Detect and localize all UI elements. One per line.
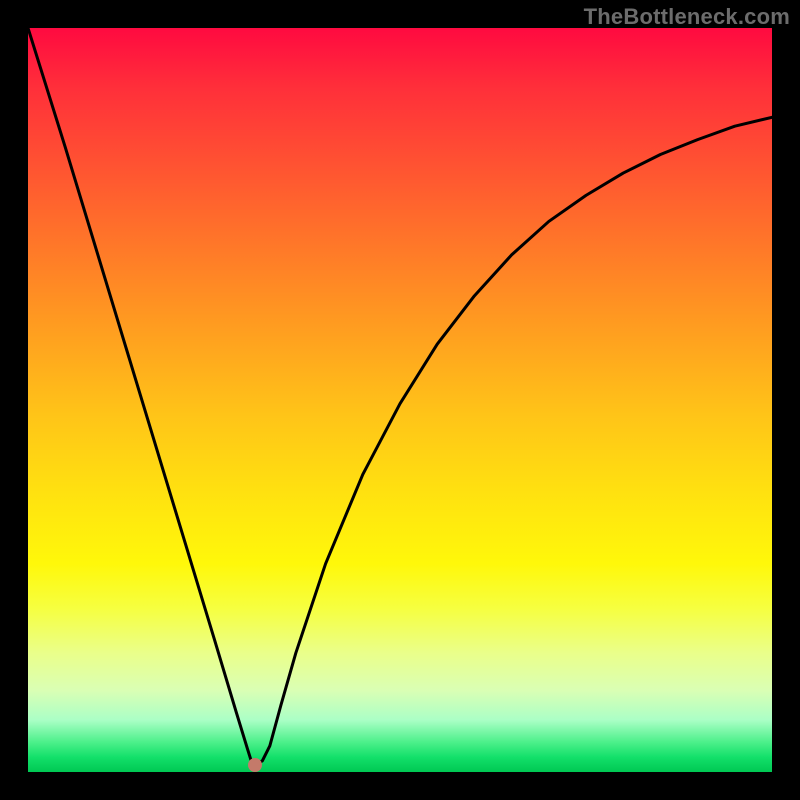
chart-frame: TheBottleneck.com [0,0,800,800]
curve-layer [28,28,772,772]
bottleneck-curve [28,28,772,763]
attribution-label: TheBottleneck.com [584,4,790,30]
optimal-point-marker [248,758,262,772]
plot-area [28,28,772,772]
